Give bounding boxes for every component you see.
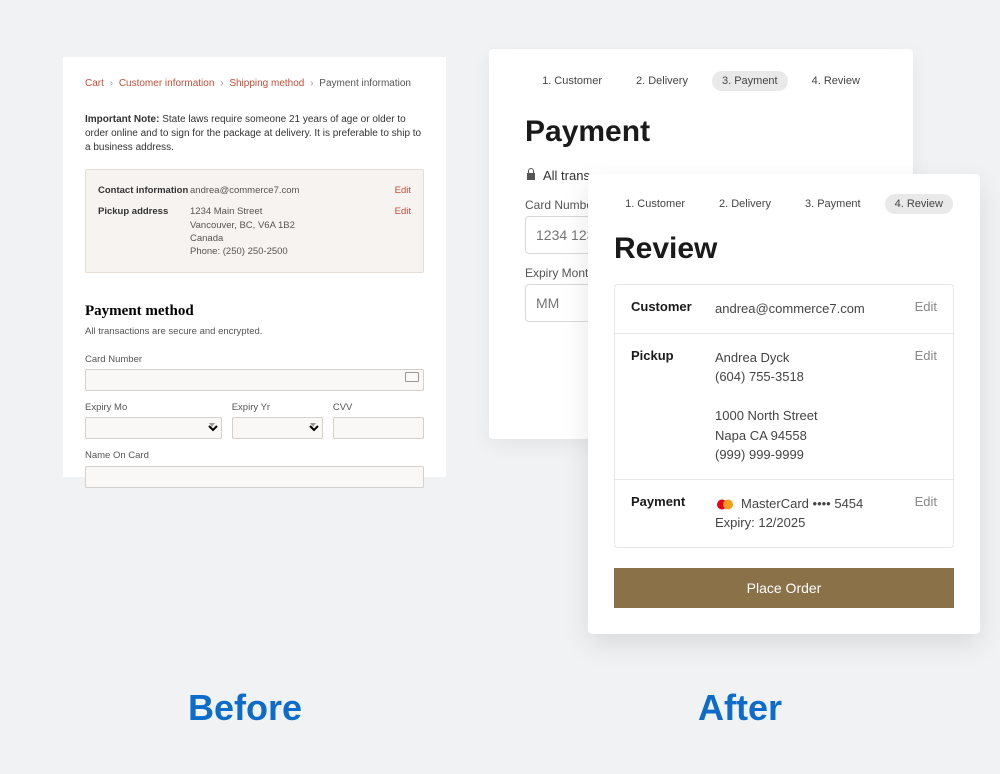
after-label: After [698, 687, 782, 729]
lock-icon [525, 167, 537, 184]
page-title: Review [614, 232, 954, 266]
breadcrumb: Cart › Customer information › Shipping m… [85, 77, 424, 91]
page-title: Payment [525, 115, 877, 149]
secure-text: All trans [543, 168, 590, 183]
breadcrumb-sep: › [107, 78, 116, 89]
review-payment-value: MasterCard •••• 5454 Expiry: 12/2025 [715, 494, 915, 533]
place-order-button[interactable]: Place Order [614, 568, 954, 608]
breadcrumb-cart[interactable]: Cart [85, 78, 104, 89]
expiry-yr-select[interactable] [232, 417, 323, 439]
order-summary-box: Contact information andrea@commerce7.com… [85, 169, 424, 273]
review-customer-edit[interactable]: Edit [915, 299, 937, 319]
cvv-label: CVV [333, 401, 424, 414]
card-number-label: Card Number [85, 353, 424, 366]
payment-method-sub: All transactions are secure and encrypte… [85, 325, 424, 338]
name-on-card-input[interactable] [85, 466, 424, 488]
review-pickup-row: Pickup Andrea Dyck (604) 755-3518 1000 N… [615, 334, 953, 480]
mastercard-icon [715, 498, 735, 511]
review-pickup-label: Pickup [631, 348, 715, 465]
step-review[interactable]: 4. Review [885, 194, 953, 214]
step-payment[interactable]: 3. Payment [712, 71, 788, 91]
review-payment-label: Payment [631, 494, 715, 533]
pickup-value: 1234 Main Street Vancouver, BC, V6A 1B2 … [190, 205, 395, 258]
review-payment-row: Payment MasterCard •••• 5454 Expiry: 12/… [615, 480, 953, 547]
payment-method-section: Payment method All transactions are secu… [85, 301, 424, 487]
review-summary-card: Customer andrea@commerce7.com Edit Picku… [614, 284, 954, 548]
step-delivery[interactable]: 2. Delivery [626, 71, 698, 91]
card-icon [405, 372, 419, 382]
step-payment[interactable]: 3. Payment [795, 194, 871, 214]
review-payment-edit[interactable]: Edit [915, 494, 937, 533]
step-customer[interactable]: 1. Customer [532, 71, 612, 91]
breadcrumb-sep: › [307, 78, 316, 89]
cvv-input[interactable] [333, 417, 424, 439]
expiry-mo-label: Expiry Mo [85, 401, 222, 414]
review-pickup-edit[interactable]: Edit [915, 348, 937, 465]
pickup-row: Pickup address 1234 Main Street Vancouve… [98, 201, 411, 262]
review-customer-value: andrea@commerce7.com [715, 299, 915, 319]
pickup-label: Pickup address [98, 205, 190, 258]
breadcrumb-customer-info[interactable]: Customer information [119, 78, 215, 89]
steps-bar: 1. Customer 2. Delivery 3. Payment 4. Re… [614, 194, 954, 214]
review-customer-label: Customer [631, 299, 715, 319]
breadcrumb-current: Payment information [319, 78, 411, 89]
contact-value: andrea@commerce7.com [190, 184, 395, 197]
payment-method-title: Payment method [85, 301, 424, 322]
before-checkout-panel: Cart › Customer information › Shipping m… [63, 57, 446, 477]
breadcrumb-shipping[interactable]: Shipping method [229, 78, 304, 89]
contact-edit-link[interactable]: Edit [395, 184, 411, 197]
steps-bar: 1. Customer 2. Delivery 3. Payment 4. Re… [525, 71, 877, 91]
review-pickup-value: Andrea Dyck (604) 755-3518 1000 North St… [715, 348, 915, 465]
name-on-card-label: Name On Card [85, 449, 424, 462]
contact-label: Contact information [98, 184, 190, 197]
important-note: Important Note: State laws require someo… [85, 113, 424, 155]
important-note-label: Important Note: [85, 114, 159, 125]
pickup-edit-link[interactable]: Edit [395, 205, 411, 258]
step-review[interactable]: 4. Review [802, 71, 870, 91]
card-number-input[interactable] [85, 369, 424, 391]
before-label: Before [188, 687, 302, 729]
review-customer-row: Customer andrea@commerce7.com Edit [615, 285, 953, 334]
step-delivery[interactable]: 2. Delivery [709, 194, 781, 214]
after-review-panel: 1. Customer 2. Delivery 3. Payment 4. Re… [588, 174, 980, 634]
contact-row: Contact information andrea@commerce7.com… [98, 180, 411, 201]
expiry-yr-label: Expiry Yr [232, 401, 323, 414]
expiry-mo-select[interactable] [85, 417, 222, 439]
step-customer[interactable]: 1. Customer [615, 194, 695, 214]
breadcrumb-sep: › [217, 78, 226, 89]
